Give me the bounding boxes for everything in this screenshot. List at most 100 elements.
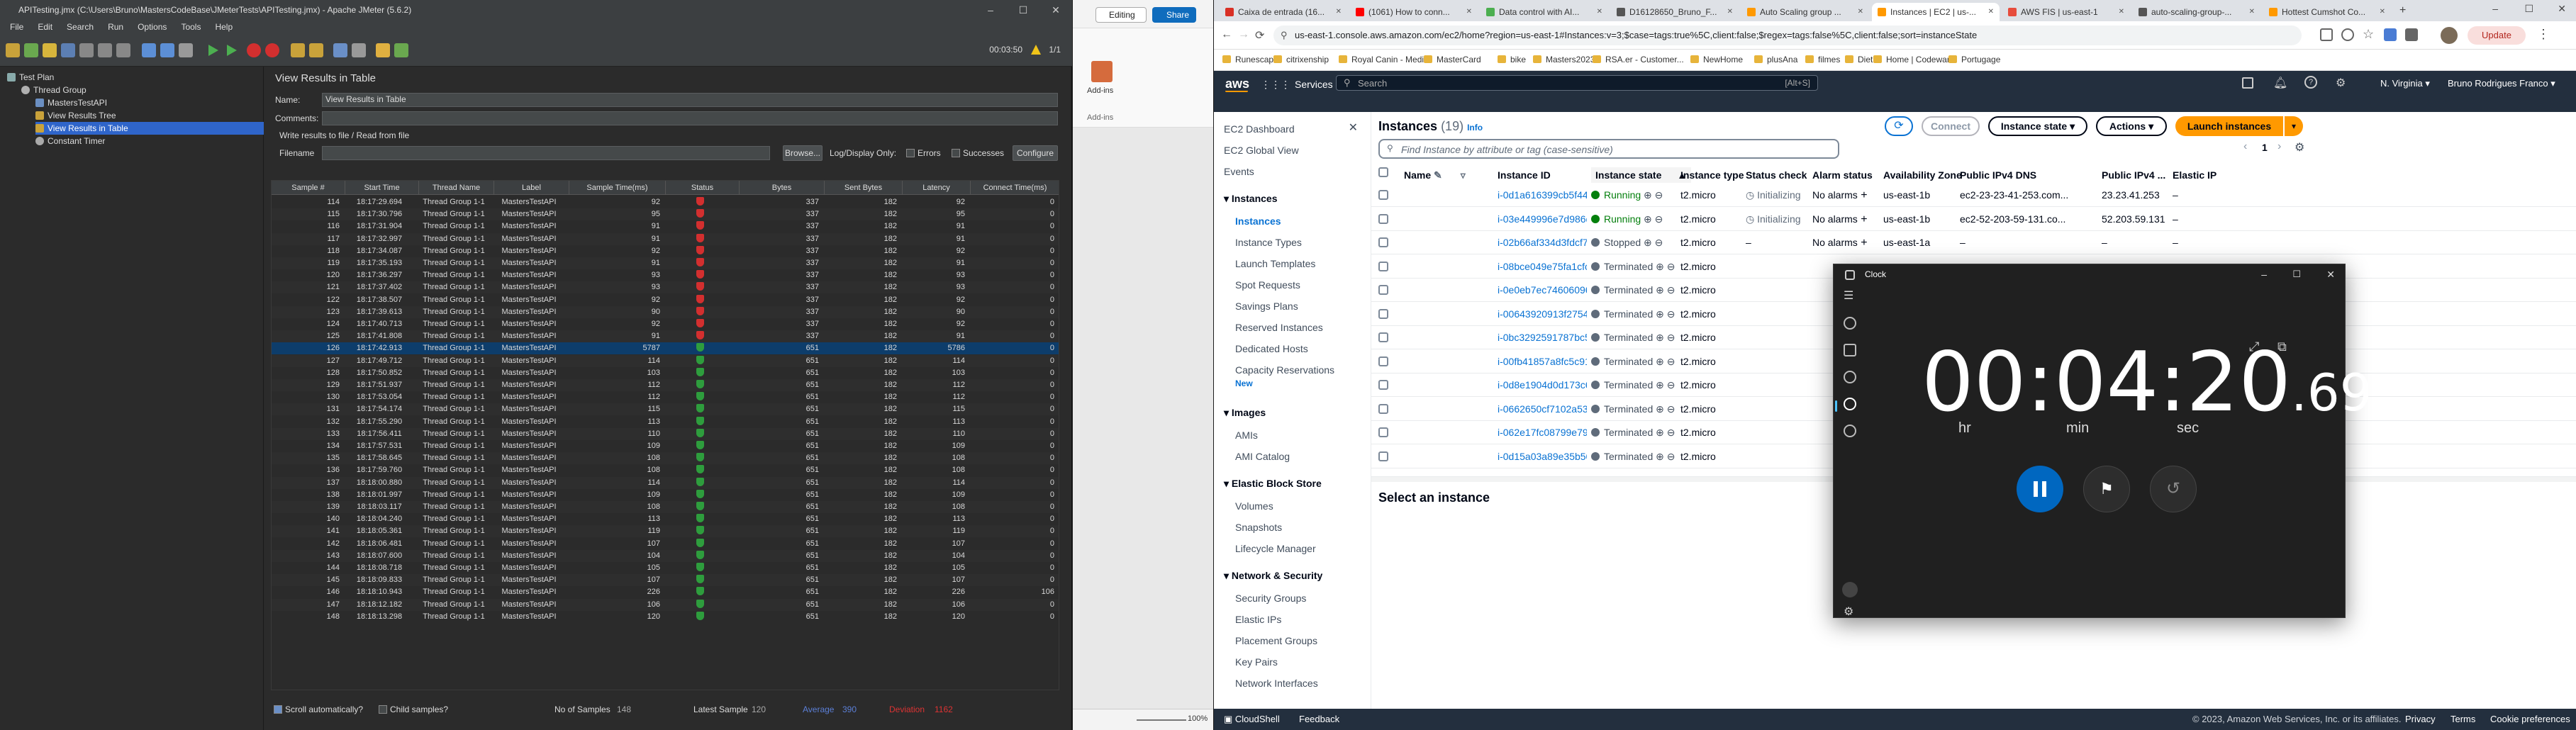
col-connect-time[interactable]: Connect Time(ms) (971, 181, 1059, 195)
instance-row[interactable]: i-02b66af334d3fdcf7 Stopped ⊕ ⊖ t2.micro – N… (1371, 230, 2576, 254)
instance-id-link[interactable]: i-00643920913f2754b (1498, 302, 1587, 326)
account-menu[interactable]: Bruno Rodrigues Franco ▾ (2448, 78, 2555, 89)
search-icon[interactable] (333, 43, 347, 57)
table-row[interactable]: 137 18:18:00.880 Thread Group 1-1 MastersTe… (272, 476, 1059, 489)
row-checkbox[interactable] (1378, 261, 1388, 271)
close-tab-icon[interactable]: ✕ (2380, 3, 2385, 21)
col-name[interactable]: Name ✎ ▿ (1404, 167, 1466, 183)
addins-icon[interactable] (1091, 61, 1113, 82)
configure-button[interactable]: Configure (1013, 145, 1058, 161)
col-start-time[interactable]: Start Time (345, 181, 419, 195)
open-icon[interactable] (43, 43, 57, 57)
table-row[interactable]: 128 18:17:50.852 Thread Group 1-1 MastersTe… (272, 367, 1059, 379)
cloudshell-icon[interactable] (2242, 77, 2253, 89)
aws-search-input[interactable]: ⚲ Search [Alt+S] (1336, 75, 1818, 91)
row-checkbox[interactable] (1378, 451, 1388, 461)
instance-id-link[interactable]: i-08bce049e75fa1cfc (1498, 254, 1587, 279)
row-checkbox[interactable] (1378, 190, 1388, 200)
bookmark-item[interactable]: RSA.er - Customer... (1593, 55, 1684, 64)
close-icon[interactable]: ✕ (1039, 0, 1072, 20)
zoom-icon[interactable]: ⊕ ⊖ (1653, 308, 1675, 320)
zoom-icon[interactable]: ⊕ ⊖ (1653, 427, 1675, 438)
bookmark-star-icon[interactable]: ☆ (2363, 27, 2374, 42)
table-row[interactable]: 117 18:17:32.997 Thread Group 1-1 MastersTe… (272, 232, 1059, 245)
menu-edit[interactable]: Edit (32, 20, 58, 35)
browser-tab[interactable]: auto-scaling-group-... ✕ (2133, 3, 2260, 21)
table-row[interactable]: 133 18:17:56.411 Thread Group 1-1 MastersTe… (272, 427, 1059, 440)
maximize-icon[interactable]: ☐ (1007, 0, 1039, 20)
sidebar-item-savings-plans[interactable]: Savings Plans (1235, 301, 1298, 312)
sidebar-item-spot-requests[interactable]: Spot Requests (1235, 279, 1300, 291)
table-row[interactable]: 123 18:17:39.613 Thread Group 1-1 MastersTe… (272, 305, 1059, 318)
sidebar-ec2-global-view[interactable]: EC2 Global View (1224, 145, 1299, 156)
reset-search-icon[interactable] (352, 43, 366, 57)
row-checkbox[interactable] (1378, 403, 1388, 414)
row-checkbox[interactable] (1378, 213, 1388, 224)
new-tab-icon[interactable]: + (2399, 4, 2406, 17)
sidebar-item-elastic-ips[interactable]: Elastic IPs (1235, 614, 1281, 625)
extensions-puzzle-icon[interactable] (2405, 28, 2418, 41)
templates-icon[interactable] (24, 43, 38, 57)
minimize-icon[interactable]: – (2261, 264, 2267, 284)
zoom-icon[interactable]: ⊕ ⊖ (1653, 379, 1675, 391)
sidebar-item-network-interfaces[interactable]: Network Interfaces (1235, 678, 1318, 689)
instance-row[interactable]: i-0d1a616399cb5f44c Running ⊕ ⊖ t2.micro ◷ … (1371, 183, 2576, 207)
table-row[interactable]: 122 18:17:38.507 Thread Group 1-1 MastersTe… (272, 294, 1059, 306)
row-checkbox[interactable] (1378, 308, 1388, 319)
close-icon[interactable]: ✕ (2326, 264, 2335, 284)
aws-logo[interactable]: aws (1225, 77, 1249, 91)
reload-icon[interactable]: ⟳ (1255, 28, 1264, 43)
table-row[interactable]: 141 18:18:05.361 Thread Group 1-1 MastersTe… (272, 525, 1059, 538)
browse-button[interactable]: Browse... (783, 145, 823, 161)
table-row[interactable]: 139 18:18:03.117 Thread Group 1-1 MastersTe… (272, 501, 1059, 513)
filename-field[interactable] (322, 146, 770, 160)
settings-gear-icon[interactable]: ⚙ (1844, 605, 1853, 619)
start-no-pause-icon[interactable] (227, 45, 237, 56)
table-row[interactable]: 120 18:17:36.297 Thread Group 1-1 MastersTe… (272, 269, 1059, 281)
collapse-icon[interactable] (160, 43, 174, 57)
profile-avatar[interactable] (2441, 27, 2458, 44)
region-selector[interactable]: N. Virginia ▾ (2380, 78, 2430, 89)
prev-page-icon[interactable]: ‹ (2243, 140, 2247, 153)
col-sent-bytes[interactable]: Sent Bytes (825, 181, 903, 195)
sidebar-item-volumes[interactable]: Volumes (1235, 500, 1273, 512)
sidebar-item-security-groups[interactable]: Security Groups (1235, 593, 1306, 604)
instance-id-link[interactable]: i-0d1a616399cb5f44c (1498, 183, 1587, 207)
menu-tools[interactable]: Tools (175, 20, 206, 35)
table-row[interactable]: 126 18:17:42.913 Thread Group 1-1 MastersTe… (272, 342, 1059, 355)
sidebar-item-launch-templates[interactable]: Launch Templates (1235, 258, 1315, 269)
bookmark-item[interactable]: Masters2023 (1533, 55, 1595, 64)
cookie-preferences-link[interactable]: Cookie preferences (2490, 709, 2570, 730)
table-row[interactable]: 130 18:17:53.054 Thread Group 1-1 MastersTe… (272, 391, 1059, 403)
sidebar-section-ebs[interactable]: ▾ Elastic Block Store (1224, 478, 1322, 490)
info-link[interactable]: Info (1467, 123, 1483, 133)
bell-icon[interactable]: 🔔︎ (2273, 76, 2287, 90)
zoom-icon[interactable]: ⊕ ⊖ (1641, 237, 1663, 248)
table-row[interactable]: 142 18:18:06.481 Thread Group 1-1 MastersTe… (272, 538, 1059, 550)
row-checkbox[interactable] (1378, 332, 1388, 342)
clear-icon[interactable] (291, 43, 305, 57)
save-icon[interactable] (61, 43, 75, 57)
browser-tab[interactable]: Caixa de entrada (16... ✕ (1220, 3, 1347, 21)
table-row[interactable]: 143 18:18:07.600 Thread Group 1-1 MastersTe… (272, 549, 1059, 562)
col-status[interactable]: Status (666, 181, 740, 195)
bookmark-item[interactable]: Diet (1845, 55, 1873, 64)
cut-icon[interactable] (79, 43, 94, 57)
table-row[interactable]: 135 18:17:58.645 Thread Group 1-1 MastersTe… (272, 452, 1059, 465)
lap-button[interactable]: ⚑ (2083, 466, 2130, 512)
bookmark-item[interactable]: plusAna (1754, 55, 1797, 64)
menu-options[interactable]: Options (132, 20, 172, 35)
sidebar-item-lifecycle-manager[interactable]: Lifecycle Manager (1235, 543, 1316, 554)
update-button[interactable]: Update (2468, 26, 2526, 45)
close-tab-icon[interactable]: ✕ (1988, 3, 1994, 21)
table-row[interactable]: 140 18:18:04.240 Thread Group 1-1 MastersTe… (272, 513, 1059, 525)
sidebar-item-amis[interactable]: AMIs (1235, 429, 1258, 441)
edit-icon[interactable]: ✎ (1434, 169, 1442, 181)
col-instance-state[interactable]: Instance state ▲ (1591, 167, 1692, 183)
sidebar-ec2-dashboard[interactable]: EC2 Dashboard (1224, 123, 1295, 135)
add-alarm-icon[interactable]: + (1858, 237, 1867, 249)
col-alarm-status[interactable]: Alarm status (1812, 167, 1873, 183)
close-tab-icon[interactable]: ✕ (1727, 3, 1733, 21)
menu-file[interactable]: File (4, 20, 29, 35)
instance-id-link[interactable]: i-0d15a03a89e35b504 (1498, 444, 1587, 468)
